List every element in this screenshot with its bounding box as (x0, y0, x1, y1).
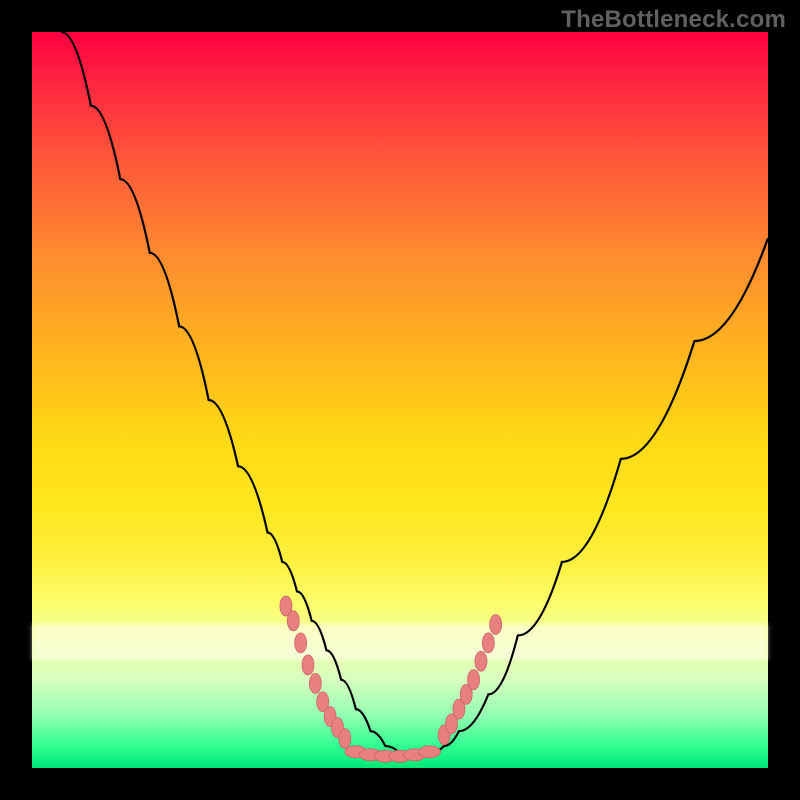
data-marker (418, 746, 440, 758)
chart-frame: TheBottleneck.com (0, 0, 800, 800)
attribution-text: TheBottleneck.com (561, 6, 786, 34)
data-marker (490, 614, 502, 634)
data-marker (302, 655, 314, 675)
data-marker (468, 670, 480, 690)
data-marker (309, 673, 321, 693)
data-marker (482, 633, 494, 653)
chart-svg (32, 32, 768, 768)
data-marker (287, 611, 299, 631)
data-marker (295, 633, 307, 653)
data-marker (339, 729, 351, 749)
plot-area (32, 32, 768, 768)
data-marker (475, 651, 487, 671)
bottleneck-curve (61, 32, 768, 753)
